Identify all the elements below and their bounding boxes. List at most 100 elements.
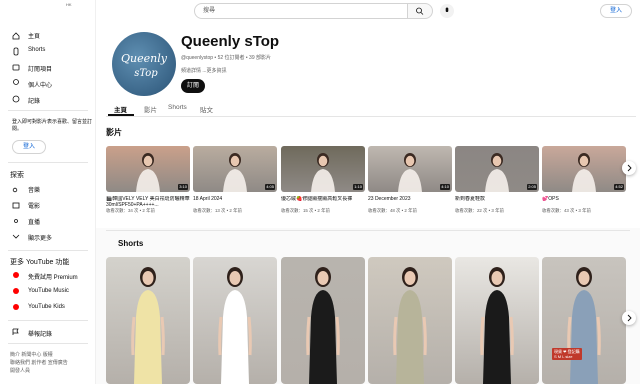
short-card[interactable]: 現貨 ❤ 登記購 S M L size — [542, 257, 626, 384]
sidebar-item-premium[interactable]: 免費試用 Premium — [28, 272, 78, 281]
premium-icon — [13, 272, 19, 278]
sidebar-item-label: YouTube Music — [28, 288, 69, 294]
live-icon — [14, 219, 18, 223]
video-title[interactable]: 新到春夏鞋款 — [455, 196, 539, 208]
person-figure — [567, 267, 601, 384]
sidebar-item-label: 個人中心 — [28, 83, 53, 89]
video-thumbnail[interactable]: 4:05 — [193, 146, 277, 192]
svg-text:Queenly: Queenly — [121, 52, 168, 65]
sidebar-item-label: 舉報記錄 — [28, 332, 53, 338]
sidebar-item-movies[interactable]: 電影 — [28, 201, 40, 210]
short-card[interactable] — [455, 257, 539, 384]
home-icon — [12, 32, 20, 40]
tab-shorts[interactable]: Shorts — [168, 104, 187, 111]
channel-name: Queenly sTop — [181, 33, 280, 50]
subscribe-button[interactable]: 訂閱 — [181, 79, 205, 93]
short-card[interactable] — [368, 257, 452, 384]
video-thumbnail[interactable]: 4:10 — [368, 146, 452, 192]
signin-label: 登入 — [609, 8, 622, 14]
search-input[interactable]: 搜尋 — [194, 3, 408, 19]
mic-icon — [445, 7, 449, 12]
sidebar-item-label: 主頁 — [28, 34, 41, 40]
sidebar-item-you[interactable]: 個人中心 — [28, 80, 52, 89]
sidebar-item-label: 免費試用 Premium — [28, 275, 78, 281]
footer-links-1[interactable]: 簡介 新聞中心 版權 — [10, 351, 53, 359]
video-meta: 收看次數：22 次 • 3 年前 — [455, 208, 504, 213]
sidebar-item-home[interactable]: 主頁 — [28, 31, 40, 40]
topbar-signin-button[interactable]: 登入 — [600, 4, 632, 18]
sidebar-item-label: 直播 — [28, 220, 41, 226]
video-duration: 1:10 — [353, 184, 363, 190]
sidebar-item-label: 顯示更多 — [28, 236, 53, 242]
sidebar-item-history[interactable]: 記錄 — [28, 96, 40, 105]
video-duration: 2:05 — [527, 184, 537, 190]
voice-search-button[interactable] — [440, 4, 454, 18]
short-card[interactable] — [281, 257, 365, 384]
sidebar-item-yt-music[interactable]: YouTube Music — [28, 288, 69, 294]
sidebar-item-shorts[interactable]: Shorts — [28, 47, 45, 53]
sidebar-item-report-history[interactable]: 舉報記錄 — [28, 329, 52, 338]
divider — [8, 250, 88, 251]
video-thumbnail[interactable]: 1:10 — [281, 146, 365, 192]
person-figure — [306, 267, 340, 384]
sidebar-item-music[interactable]: 音樂 — [28, 185, 40, 194]
sidebar-item-label: YouTube Kids — [28, 304, 65, 310]
footer-links-2[interactable]: 聯絡我們 創作者 宣傳廣告 — [10, 359, 68, 367]
divider — [106, 230, 630, 231]
divider — [8, 110, 88, 111]
short-card[interactable] — [193, 257, 277, 384]
video-meta: 收看次數：15 次 • 2 年前 — [281, 208, 330, 213]
footer-links-3[interactable]: 開發人員 — [10, 367, 30, 375]
video-thumbnail[interactable]: 4:52 — [542, 146, 626, 192]
more-icons — [13, 272, 19, 310]
video-title[interactable]: 優芯絨🍓修腿顯瘦顯高鬆叉長褲 — [281, 196, 365, 208]
chevron-right-icon — [627, 164, 632, 172]
subscriptions-icon — [12, 64, 20, 71]
videos-next-button[interactable] — [622, 161, 636, 175]
region-badge: HK — [66, 2, 72, 7]
chevron-right-icon — [627, 314, 632, 322]
video-thumbnail[interactable]: 2:05 — [455, 146, 539, 192]
flag-icon — [12, 328, 19, 335]
sidebar-item-yt-kids[interactable]: YouTube Kids — [28, 304, 65, 310]
divider — [8, 162, 88, 163]
channel-tabs: 主頁 影片 Shorts 貼文 — [106, 100, 636, 117]
divider — [8, 343, 88, 344]
tab-posts[interactable]: 貼文 — [200, 104, 213, 114]
video-title[interactable]: 💕OPS — [542, 196, 626, 208]
sidebar-signin-button[interactable]: 登入 — [12, 140, 46, 154]
short-card[interactable] — [106, 257, 190, 384]
video-title[interactable]: 🎬韓國VELY VELY 美白祛斑防曬精華30ml/SPF50+PA++++..… — [106, 196, 190, 208]
sidebar-item-show-more[interactable]: 顯示更多 — [28, 233, 52, 242]
music-icon — [12, 187, 18, 193]
explore-heading: 探索 — [10, 172, 24, 179]
subscribe-label: 訂閱 — [186, 83, 199, 89]
shorts-next-button[interactable] — [622, 311, 636, 325]
shorts-heading: Shorts — [118, 239, 144, 248]
yt-kids-icon — [13, 304, 19, 310]
person-figure — [480, 267, 514, 384]
channel-description[interactable]: 頻道詳情 ...更多資訊 — [181, 67, 227, 74]
person-figure — [218, 267, 252, 384]
active-tab-indicator — [108, 114, 134, 116]
sidebar-item-subscriptions[interactable]: 訂閱項目 — [28, 64, 52, 73]
search-button[interactable] — [407, 3, 433, 19]
size-badge: 現貨 ❤ 登記購 S M L size — [552, 348, 582, 360]
video-meta: 收看次數：13 次 • 2 年前 — [193, 208, 242, 213]
tab-home[interactable]: 主頁 — [114, 104, 127, 114]
sidebar-icons — [12, 32, 20, 103]
sidebar-item-live[interactable]: 直播 — [28, 217, 40, 226]
explore-icons — [12, 187, 20, 239]
avatar-logo: Queenly sTop — [121, 52, 168, 79]
more-features-heading: 更多 YouTube 功能 — [10, 259, 70, 266]
video-title[interactable]: 23 December 2023 — [368, 196, 452, 208]
divider — [8, 320, 88, 321]
sidebar-item-label: 電影 — [28, 204, 41, 210]
tab-videos[interactable]: 影片 — [144, 104, 157, 114]
signin-label: 登入 — [22, 144, 35, 150]
video-title[interactable]: 18 April 2024 — [193, 196, 277, 208]
yt-music-icon — [13, 288, 19, 294]
person-figure — [393, 267, 427, 384]
video-thumbnail[interactable]: 3:10 — [106, 146, 190, 192]
search-icon — [416, 7, 424, 15]
